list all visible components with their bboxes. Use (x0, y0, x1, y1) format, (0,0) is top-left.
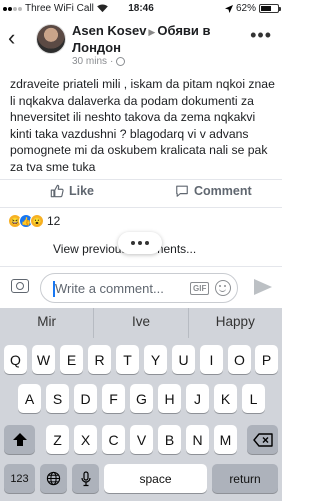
key-v[interactable]: V (130, 425, 153, 454)
suggestion-3[interactable]: Happy (189, 308, 282, 338)
microphone-icon (80, 470, 91, 486)
globe-icon (46, 471, 61, 486)
reactions-summary[interactable]: 😆 👍 😮 12 (8, 214, 60, 228)
battery-area: 62% (224, 3, 281, 14)
camera-icon[interactable] (11, 279, 29, 293)
post-meta: 30 mins · (72, 56, 247, 67)
location-icon (224, 4, 233, 13)
space-key[interactable]: space (104, 464, 207, 493)
backspace-icon (252, 432, 273, 447)
shift-key[interactable] (4, 425, 35, 454)
key-u[interactable]: U (172, 345, 195, 374)
key-s[interactable]: S (46, 384, 69, 413)
suggestion-bar: Mir Ive Happy (0, 308, 282, 338)
key-g[interactable]: G (130, 384, 153, 413)
shift-icon (12, 433, 27, 446)
comment-bubble-icon (176, 185, 188, 197)
gif-button[interactable]: GIF (190, 282, 210, 295)
timestamp: 30 mins (72, 56, 108, 67)
key-m[interactable]: M (214, 425, 237, 454)
key-z[interactable]: Z (46, 425, 69, 454)
key-h[interactable]: H (158, 384, 181, 413)
key-t[interactable]: T (116, 345, 139, 374)
key-a[interactable]: A (18, 384, 41, 413)
key-b[interactable]: B (158, 425, 181, 454)
backspace-key[interactable] (247, 425, 278, 454)
divider (0, 207, 282, 208)
wow-icon: 😮 (30, 214, 44, 228)
key-w[interactable]: W (32, 345, 55, 374)
header-text: Asen Kosev ▶ Обяви в Лондон 30 mins · (72, 23, 247, 67)
key-f[interactable]: F (102, 384, 125, 413)
battery-fill (261, 6, 271, 11)
key-q[interactable]: Q (4, 345, 27, 374)
comment-composer: Write a comment... GIF (0, 266, 282, 308)
more-options-icon[interactable]: ••• (250, 26, 272, 44)
key-k[interactable]: K (214, 384, 237, 413)
key-j[interactable]: J (186, 384, 209, 413)
key-n[interactable]: N (186, 425, 209, 454)
post-text: zdraveite priateli mili , iskam da pitam… (10, 77, 275, 174)
key-c[interactable]: C (102, 425, 125, 454)
avatar[interactable] (36, 24, 66, 54)
key-l[interactable]: L (242, 384, 265, 413)
thumbs-up-icon (50, 184, 64, 198)
key-r[interactable]: R (88, 345, 111, 374)
key-i[interactable]: I (200, 345, 223, 374)
send-icon[interactable] (254, 279, 272, 295)
suggestion-1[interactable]: Mir (0, 308, 95, 338)
key-o[interactable]: O (228, 345, 251, 374)
battery-icon (259, 4, 281, 13)
author-name[interactable]: Asen Kosev (72, 23, 146, 38)
like-label: Like (69, 184, 95, 198)
suggestion-2[interactable]: Ive (94, 308, 189, 338)
comment-input[interactable]: Write a comment... GIF (40, 273, 238, 303)
post-title: Asen Kosev ▶ Обяви в Лондон (72, 23, 247, 55)
key-x[interactable]: X (74, 425, 97, 454)
emoji-icon[interactable] (215, 280, 231, 296)
comment-label: Comment (194, 184, 252, 198)
status-bar: Three WiFi Call 18:46 62% (0, 0, 282, 18)
battery-percent: 62% (235, 3, 256, 14)
numbers-key[interactable]: 123 (4, 464, 35, 493)
key-e[interactable]: E (60, 345, 83, 374)
post-header: ‹ Asen Kosev ▶ Обяви в Лондон 30 mins · ••… (0, 18, 282, 67)
globe-key[interactable] (40, 464, 67, 493)
comment-placeholder: Write a comment... (55, 281, 164, 296)
meta-separator: · (110, 56, 114, 67)
back-icon[interactable]: ‹ (8, 26, 28, 50)
action-bar: Like Comment (0, 179, 282, 203)
key-y[interactable]: Y (144, 345, 167, 374)
typing-indicator-icon (118, 232, 162, 254)
comment-button[interactable]: Comment (175, 184, 252, 198)
keyboard: Mir Ive Happy Q W E R T Y U I O P A S D … (0, 308, 282, 501)
return-key[interactable]: return (212, 464, 278, 493)
like-button[interactable]: Like (50, 184, 94, 198)
key-p[interactable]: P (255, 345, 278, 374)
globe-icon (116, 57, 126, 66)
microphone-key[interactable] (72, 464, 99, 493)
arrow-right-icon: ▶ (148, 27, 156, 37)
reaction-count: 12 (47, 214, 61, 228)
key-d[interactable]: D (74, 384, 97, 413)
